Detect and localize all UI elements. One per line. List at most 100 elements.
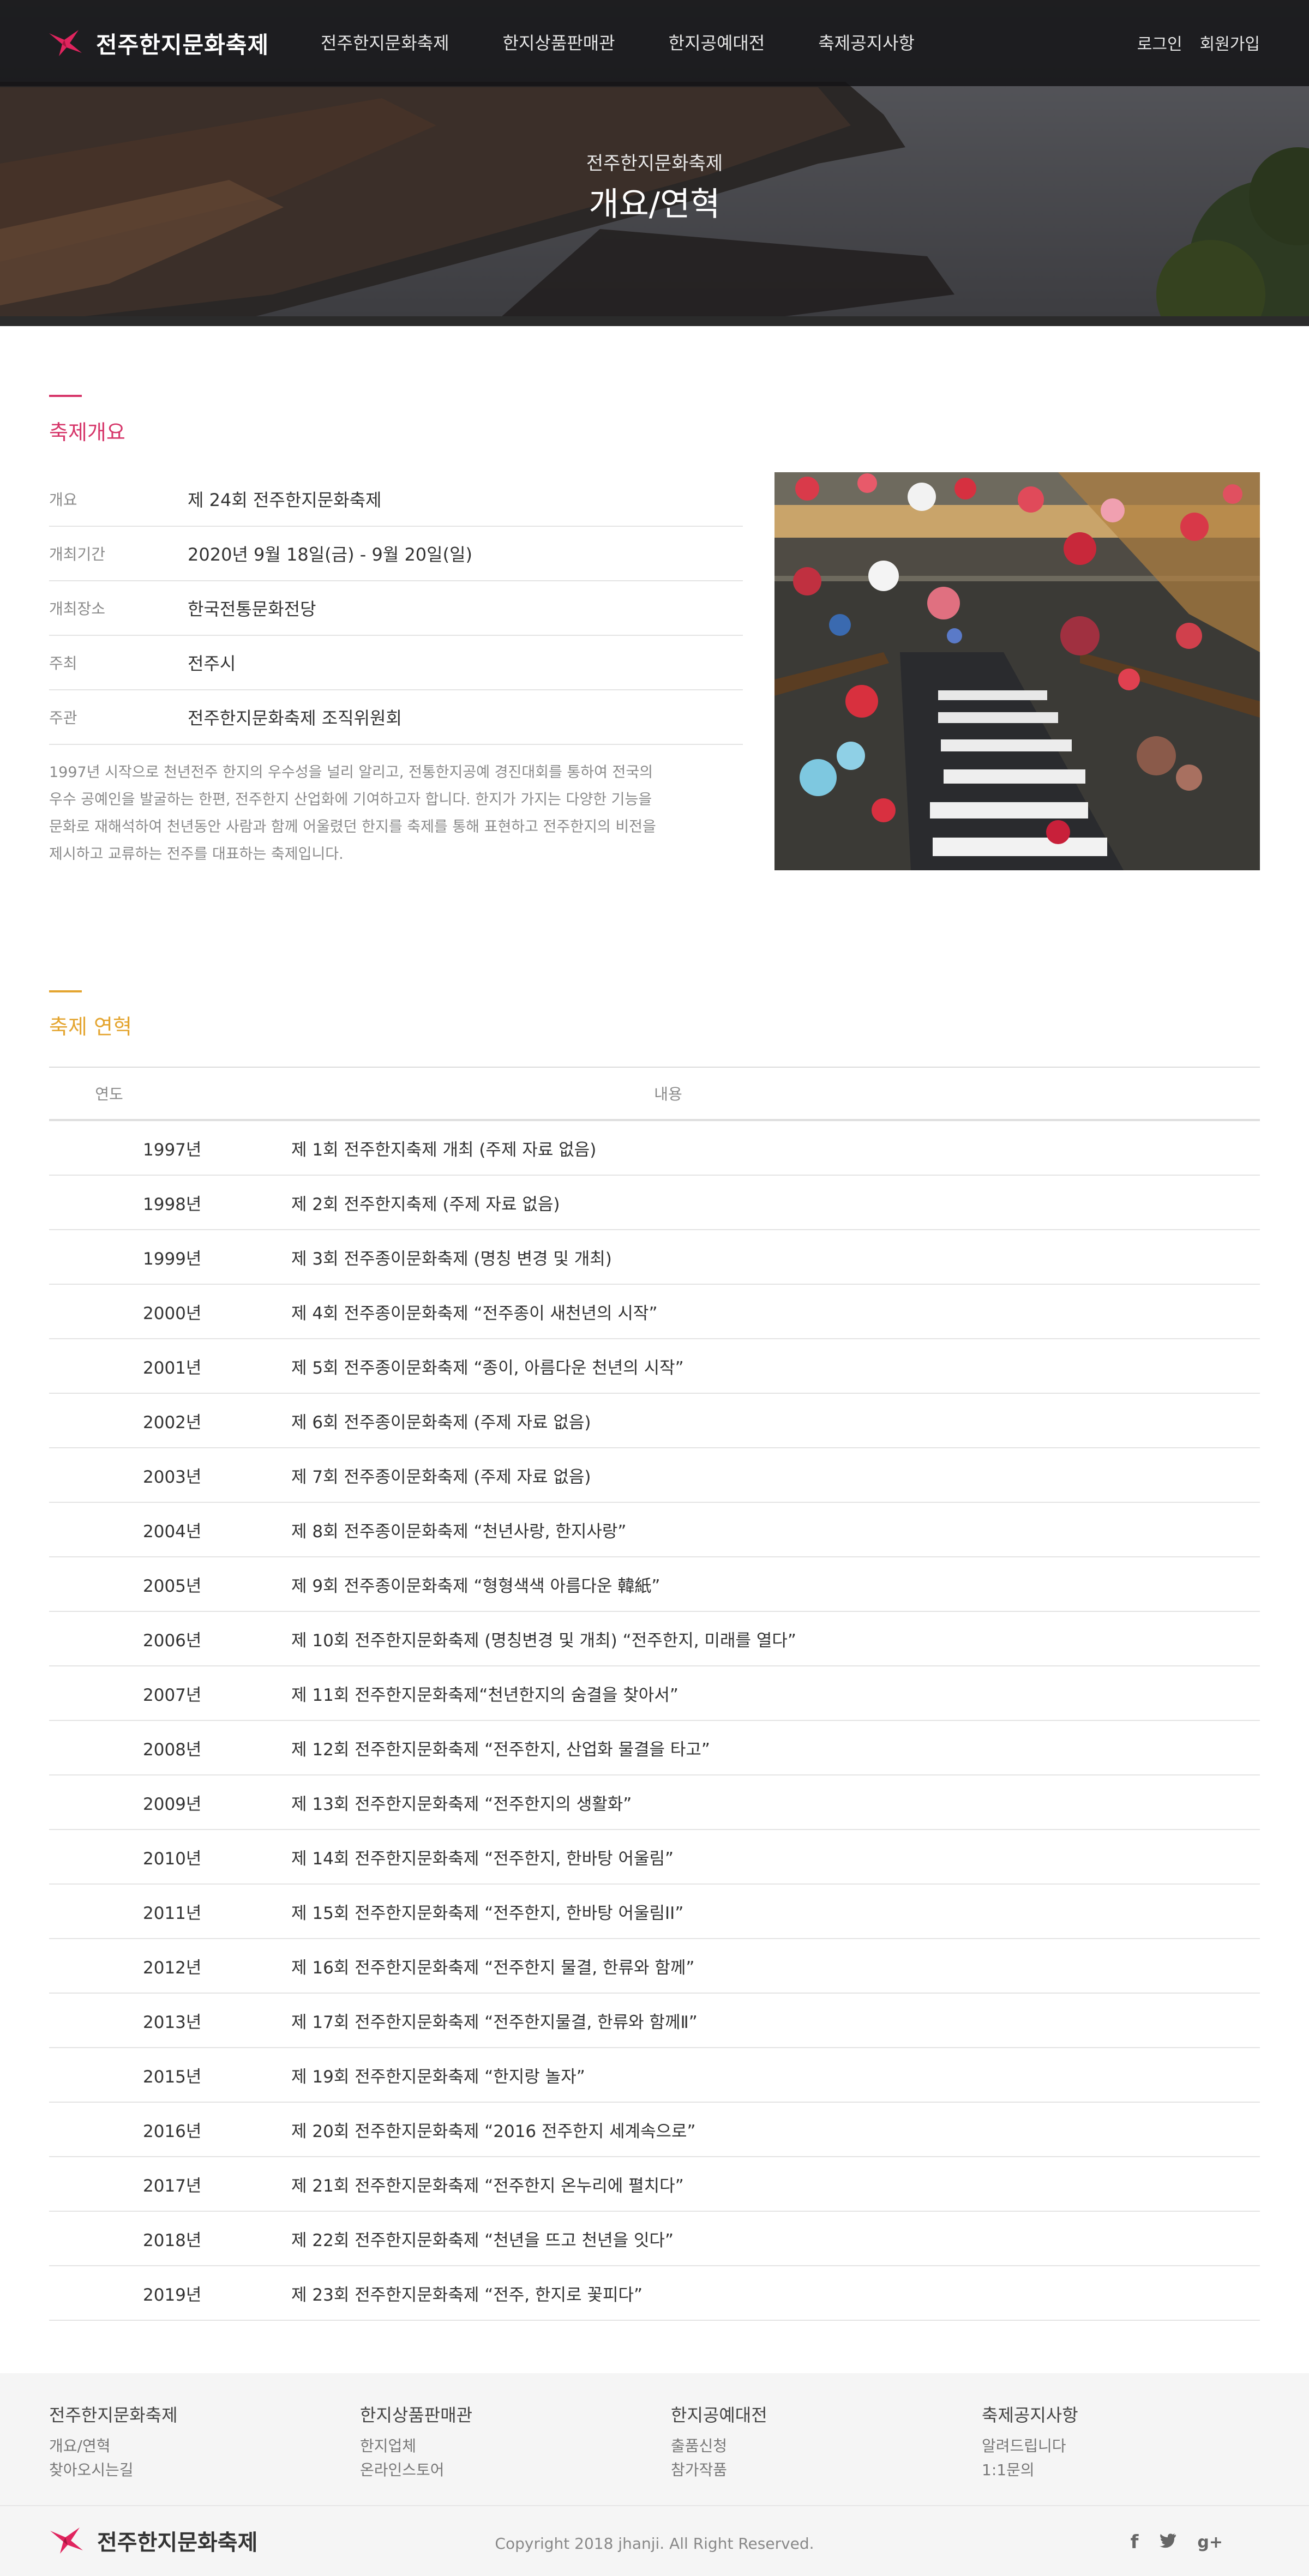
history-year: 1999년 — [143, 1249, 202, 1269]
history-content: 제 3회 전주종이문화축제 (명칭 변경 및 개최) — [291, 1249, 612, 1269]
history-year: 2004년 — [143, 1521, 202, 1542]
overview-row: 개최장소 한국전통문화전당 — [49, 581, 743, 636]
overview-label: 주최 — [49, 654, 77, 672]
history-year: 1997년 — [143, 1140, 202, 1160]
nav-item-notices[interactable]: 축제공지사항 — [818, 29, 915, 55]
table-row: 2007년 제 11회 전주한지문화축제“천년한지의 숨결을 찾아서” — [49, 1666, 1260, 1721]
table-row: 2000년 제 4회 전주종이문화축제 “전주종이 새천년의 시작” — [49, 1285, 1260, 1339]
overview-description-line: 우수 공예인을 발굴하는 한편, 전주한지 산업화에 기여하고자 합니다. 한지… — [49, 791, 652, 808]
nav-item-craft-contest[interactable]: 한지공예대전 — [669, 29, 765, 55]
footer-link[interactable]: 온라인스토어 — [360, 2458, 472, 2482]
overview-row: 주관 전주한지문화축제 조직위원회 — [49, 690, 743, 745]
history-content: 제 1회 전주한지축제 개최 (주제 자료 없음) — [291, 1140, 597, 1160]
overview-value: 2020년 9월 18일(금) - 9월 20일(일) — [188, 544, 473, 565]
footer-column-product-store: 한지상품판매관 한지업체 온라인스토어 — [360, 2402, 472, 2482]
login-link[interactable]: 로그인 — [1137, 31, 1182, 55]
history-year: 2015년 — [143, 2067, 202, 2087]
overview-section-title: 축제개요 — [49, 420, 125, 444]
crane-logo-icon — [49, 30, 82, 56]
history-content: 제 8회 전주종이문화축제 “천년사랑, 한지사랑” — [291, 1521, 627, 1542]
history-table-header: 연도 내용 — [49, 1067, 1260, 1121]
footer-column-craft-contest: 한지공예대전 출품신청 참가작품 — [671, 2402, 767, 2482]
history-content: 제 9회 전주종이문화축제 “형형색색 아름다운 韓紙” — [291, 1576, 660, 1596]
history-content: 제 10회 전주한지문화축제 (명칭변경 및 개최) “전주한지, 미래를 열다… — [291, 1630, 796, 1651]
hero-subtitle: 전주한지문화축제 — [586, 153, 723, 174]
footer-column-title: 전주한지문화축제 — [49, 2405, 178, 2425]
history-year: 2019년 — [143, 2285, 202, 2305]
table-row: 2010년 제 14회 전주한지문화축제 “전주한지, 한바탕 어울림” — [49, 1830, 1260, 1885]
history-year: 2009년 — [143, 1794, 202, 1814]
google-plus-icon[interactable]: g+ — [1197, 2533, 1223, 2552]
top-navigation-bar: 전주한지문화축제 전주한지문화축제 한지상품판매관 한지공예대전 축제공지사항 … — [0, 0, 1309, 86]
twitter-icon[interactable] — [1159, 2531, 1176, 2553]
table-row: 2008년 제 12회 전주한지문화축제 “전주한지, 산업화 물결을 타고” — [49, 1721, 1260, 1775]
overview-label: 개최기간 — [49, 545, 106, 563]
history-content: 제 17회 전주한지문화축제 “전주한지물결, 한류와 함께Ⅱ” — [291, 2012, 698, 2032]
festival-photo-illustration — [774, 472, 1260, 870]
table-row: 2013년 제 17회 전주한지문화축제 “전주한지물결, 한류와 함께Ⅱ” — [49, 1994, 1260, 2048]
table-row: 2006년 제 10회 전주한지문화축제 (명칭변경 및 개최) “전주한지, 미… — [49, 1612, 1260, 1666]
history-content: 제 20회 전주한지문화축제 “2016 전주한지 세계속으로” — [291, 2121, 696, 2141]
history-content: 제 4회 전주종이문화축제 “전주종이 새천년의 시작” — [291, 1303, 658, 1323]
overview-description: 1997년 시작으로 천년전주 한지의 우수성을 널리 알리고, 전통한지공예 … — [49, 759, 743, 868]
table-row: 2017년 제 21회 전주한지문화축제 “전주한지 온누리에 펼치다” — [49, 2157, 1260, 2212]
footer-column-title: 축제공지사항 — [982, 2405, 1078, 2425]
table-row: 2011년 제 15회 전주한지문화축제 “전주한지, 한바탕 어울림II” — [49, 1885, 1260, 1939]
overview-description-line: 제시하고 교류하는 전주를 대표하는 축제입니다. — [49, 846, 344, 863]
history-content: 제 2회 전주한지축제 (주제 자료 없음) — [291, 1194, 560, 1214]
history-year: 2005년 — [143, 1576, 202, 1596]
table-row: 2009년 제 13회 전주한지문화축제 “전주한지의 생활화” — [49, 1775, 1260, 1830]
history-content: 제 12회 전주한지문화축제 “전주한지, 산업화 물결을 타고” — [291, 1740, 710, 1760]
history-section-title: 축제 연혁 — [49, 1015, 132, 1039]
footer-link[interactable]: 한지업체 — [360, 2434, 472, 2458]
history-header-content: 내용 — [654, 1085, 682, 1103]
footer-link[interactable]: 출품신청 — [671, 2434, 767, 2458]
overview-description-line: 문화로 재해석하여 천년동안 사람과 함께 어울렸던 한지를 축제를 통해 표현… — [49, 818, 656, 835]
table-row: 2003년 제 7회 전주종이문화축제 (주제 자료 없음) — [49, 1448, 1260, 1503]
table-row: 2004년 제 8회 전주종이문화축제 “천년사랑, 한지사랑” — [49, 1503, 1260, 1557]
overview-label: 주관 — [49, 709, 77, 727]
history-year: 2007년 — [143, 1685, 202, 1705]
page-title: 개요/연혁 — [589, 185, 720, 224]
history-content: 제 14회 전주한지문화축제 “전주한지, 한바탕 어울림” — [291, 1849, 674, 1869]
history-content: 제 19회 전주한지문화축제 “한지랑 놀자” — [291, 2067, 585, 2087]
overview-row: 개최기간 2020년 9월 18일(금) - 9월 20일(일) — [49, 527, 743, 581]
table-row: 2019년 제 23회 전주한지문화축제 “전주, 한지로 꽃피다” — [49, 2266, 1260, 2321]
history-content: 제 7회 전주종이문화축제 (주제 자료 없음) — [291, 1467, 591, 1487]
overview-accent-bar — [49, 395, 82, 397]
facebook-icon[interactable]: f — [1131, 2531, 1139, 2553]
history-year: 2011년 — [143, 1903, 202, 1923]
history-year: 2002년 — [143, 1412, 202, 1433]
history-year: 1998년 — [143, 1194, 202, 1214]
history-year: 2013년 — [143, 2012, 202, 2032]
signup-link[interactable]: 회원가입 — [1200, 31, 1260, 55]
history-year: 2008년 — [143, 1740, 202, 1760]
history-year: 2016년 — [143, 2121, 202, 2141]
history-year: 2000년 — [143, 1303, 202, 1323]
table-row: 2018년 제 22회 전주한지문화축제 “천년을 뜨고 천년을 잇다” — [49, 2212, 1260, 2266]
history-year: 2017년 — [143, 2176, 202, 2196]
nav-item-product-store[interactable]: 한지상품판매관 — [503, 29, 615, 55]
overview-value: 한국전통문화전당 — [188, 599, 316, 619]
footer-link[interactable]: 개요/연혁 — [49, 2434, 178, 2458]
site-logo[interactable]: 전주한지문화축제 — [48, 26, 269, 60]
footer-link[interactable]: 찾아오시는길 — [49, 2458, 178, 2482]
history-table: 연도 내용 1997년 제 1회 전주한지축제 개최 (주제 자료 없음) 199… — [49, 1067, 1260, 2321]
footer-column-title: 한지상품판매관 — [360, 2405, 473, 2425]
overview-label: 개요 — [49, 491, 77, 509]
site-footer: 전주한지문화축제 개요/연혁 찾아오시는길 한지상품판매관 한지업체 온라인스토… — [0, 2373, 1309, 2576]
history-content: 제 23회 전주한지문화축제 “전주, 한지로 꽃피다” — [291, 2285, 643, 2305]
history-content: 제 13회 전주한지문화축제 “전주한지의 생활화” — [291, 1794, 632, 1814]
overview-row: 개요 제 24회 전주한지문화축제 — [49, 472, 743, 527]
footer-link[interactable]: 참가작품 — [671, 2458, 767, 2482]
footer-column-notices: 축제공지사항 알려드립니다 1:1문의 — [982, 2402, 1078, 2482]
footer-link[interactable]: 1:1문의 — [982, 2458, 1078, 2482]
footer-link[interactable]: 알려드립니다 — [982, 2434, 1078, 2458]
history-accent-bar — [49, 990, 82, 992]
history-content: 제 16회 전주한지문화축제 “전주한지 물결, 한류와 함께” — [291, 1958, 695, 1978]
table-row: 1998년 제 2회 전주한지축제 (주제 자료 없음) — [49, 1176, 1260, 1230]
auth-links: 로그인 회원가입 — [1120, 31, 1260, 55]
nav-item-festival[interactable]: 전주한지문화축제 — [321, 29, 449, 55]
table-row: 2001년 제 5회 전주종이문화축제 “종이, 아름다운 천년의 시작” — [49, 1339, 1260, 1394]
table-row: 2005년 제 9회 전주종이문화축제 “형형색색 아름다운 韓紙” — [49, 1557, 1260, 1612]
